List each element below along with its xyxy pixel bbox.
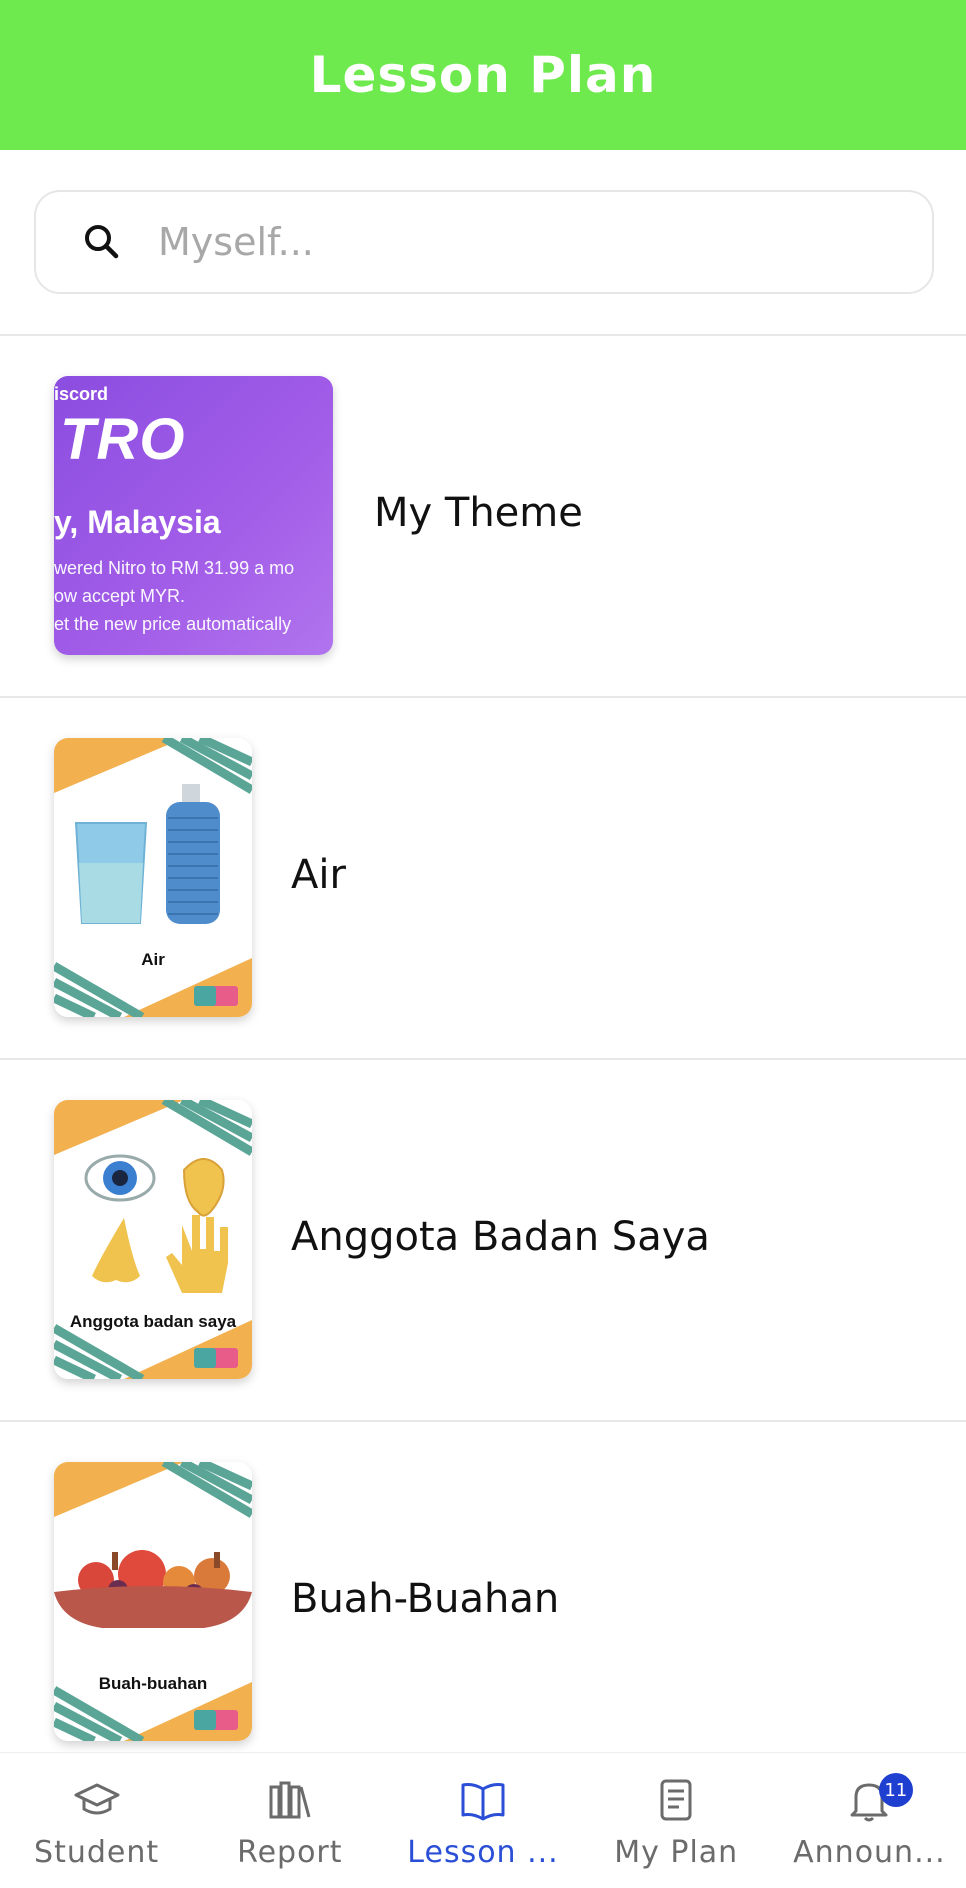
lesson-title: Air: [291, 852, 346, 898]
lesson-thumbnail: Air: [54, 738, 252, 1017]
nav-item-report[interactable]: Report: [193, 1753, 386, 1888]
bottom-nav: Student Report Lesson ... My Plan 11 Ann…: [0, 1752, 966, 1888]
document-icon: [660, 1779, 692, 1821]
nav-label: Report: [237, 1835, 343, 1870]
body-parts-card-illustration: [54, 1100, 252, 1379]
nav-label: Student: [34, 1835, 160, 1870]
graduation-cap-icon: [74, 1783, 120, 1815]
notification-badge: 11: [878, 1773, 913, 1807]
lesson-item-my-theme[interactable]: iscord TRO y, Malaysia wered Nitro to RM…: [0, 336, 966, 698]
lesson-item-anggota-badan-saya[interactable]: Anggota badan saya Anggota Badan Saya: [0, 1060, 966, 1422]
card-caption: Anggota badan saya: [69, 1312, 237, 1331]
thumb-line: et the new price automatically: [54, 614, 292, 634]
search-icon: [85, 225, 119, 259]
nav-item-lesson[interactable]: Lesson ...: [386, 1753, 579, 1888]
thumb-location: y, Malaysia: [54, 504, 221, 540]
lesson-thumbnail: Anggota badan saya: [54, 1100, 252, 1379]
lesson-item-air[interactable]: Air Air: [0, 698, 966, 1060]
fruit-basket-card-illustration: [54, 1462, 252, 1741]
lesson-item-buah-buahan[interactable]: Buah-buahan Buah-Buahan: [0, 1422, 966, 1784]
nav-label: My Plan: [614, 1835, 739, 1870]
lesson-thumbnail: iscord TRO y, Malaysia wered Nitro to RM…: [54, 376, 333, 655]
lesson-title: Buah-Buahan: [291, 1576, 560, 1622]
thumb-line: wered Nitro to RM 31.99 a mo: [54, 558, 295, 578]
nav-item-announcements[interactable]: 11 Announ...: [773, 1753, 966, 1888]
lesson-title: Anggota Badan Saya: [291, 1214, 710, 1260]
thumb-headline: TRO: [60, 407, 186, 472]
app-header: Lesson Plan: [0, 0, 966, 150]
page-title: Lesson Plan: [309, 46, 657, 104]
water-card-illustration: [54, 738, 252, 1017]
nav-item-my-plan[interactable]: My Plan: [580, 1753, 773, 1888]
nitro-promo-image: iscord TRO y, Malaysia wered Nitro to RM…: [54, 376, 333, 655]
card-caption: Air: [141, 950, 165, 969]
nav-label: Announ...: [793, 1835, 946, 1870]
lesson-thumbnail: Buah-buahan: [54, 1462, 252, 1741]
lesson-list: iscord TRO y, Malaysia wered Nitro to RM…: [0, 336, 966, 1784]
card-caption: Buah-buahan: [98, 1674, 208, 1693]
lesson-title: My Theme: [374, 490, 583, 536]
open-book-icon: [461, 1783, 505, 1821]
thumb-line: ow accept MYR.: [54, 586, 186, 606]
thumb-brand: iscord: [54, 384, 109, 404]
library-icon: [269, 1781, 311, 1819]
nav-label: Lesson ...: [407, 1835, 559, 1870]
nav-item-student[interactable]: Student: [0, 1753, 193, 1888]
search-bar[interactable]: [34, 190, 934, 294]
search-input[interactable]: [158, 220, 858, 264]
